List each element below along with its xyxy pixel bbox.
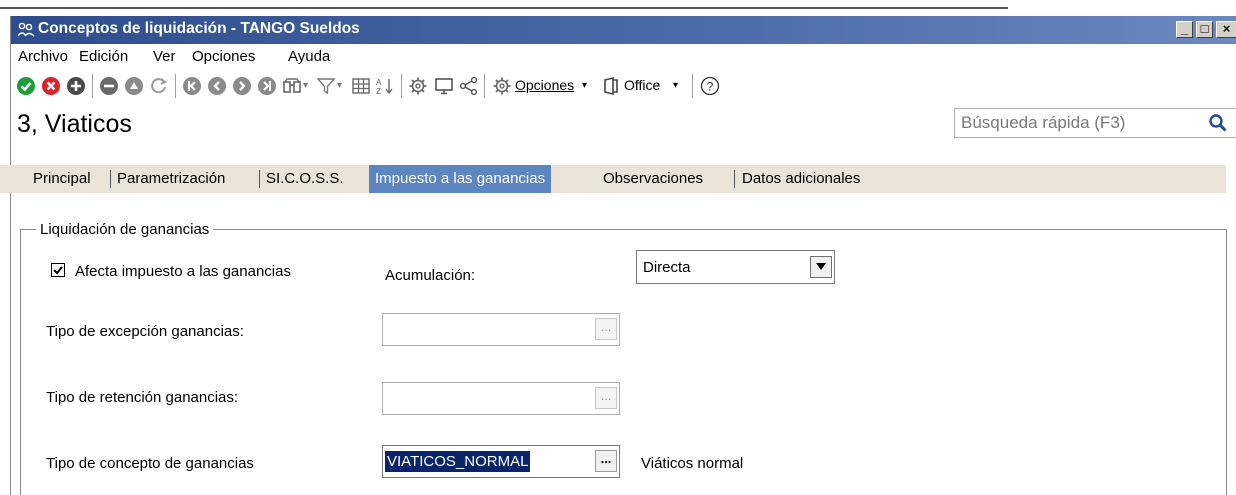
toolbar: ▾ ▾ A Z Opciones ▾ Office ▾ ? bbox=[11, 70, 1236, 102]
monitor-icon[interactable] bbox=[434, 76, 454, 96]
checkmark-icon bbox=[53, 266, 63, 275]
retencion-field[interactable]: ... bbox=[382, 382, 620, 415]
previous-icon[interactable] bbox=[207, 76, 227, 96]
menu-opciones[interactable]: Opciones bbox=[192, 48, 255, 65]
first-icon[interactable] bbox=[182, 76, 202, 96]
menu-ver[interactable]: Ver bbox=[153, 48, 176, 65]
tab-sicoss[interactable]: SI.C.O.S.S. bbox=[264, 165, 346, 193]
window-title: Conceptos de liquidación - TANGO Sueldos bbox=[38, 20, 360, 37]
share-icon[interactable] bbox=[459, 76, 479, 96]
filter-icon[interactable] bbox=[316, 76, 336, 96]
chevron-down-icon[interactable] bbox=[810, 256, 832, 278]
opciones-menu-button[interactable]: Opciones bbox=[515, 77, 574, 93]
close-button[interactable]: × bbox=[1216, 21, 1236, 38]
tab-principal[interactable]: Principal bbox=[31, 165, 93, 193]
afecta-ganancias-label: Afecta impuesto a las ganancias bbox=[75, 263, 291, 280]
concepto-value: VIATICOS_NORMAL bbox=[385, 451, 531, 472]
concepto-description: Viáticos normal bbox=[641, 455, 744, 472]
concepto-lookup-button[interactable]: ... bbox=[595, 450, 617, 472]
minimize-button[interactable]: _ bbox=[1176, 21, 1193, 38]
title-bar[interactable]: Conceptos de liquidación - TANGO Sueldos… bbox=[11, 16, 1236, 44]
background-window-strip bbox=[0, 0, 1236, 14]
concepto-field[interactable]: VIATICOS_NORMAL ... bbox=[382, 445, 620, 478]
svg-text:Z: Z bbox=[376, 87, 381, 96]
record-header: 3, Viaticos bbox=[11, 102, 1236, 146]
add-icon[interactable] bbox=[66, 76, 86, 96]
tab-strip: Principal Parametrización SI.C.O.S.S. Im… bbox=[0, 165, 1226, 193]
tab-observaciones[interactable]: Observaciones bbox=[601, 165, 705, 193]
binoculars-dropdown-icon[interactable]: ▾ bbox=[303, 80, 308, 91]
office-menu-button[interactable]: Office bbox=[624, 77, 660, 93]
remove-icon[interactable] bbox=[99, 76, 119, 96]
help-icon[interactable]: ? bbox=[700, 76, 720, 96]
sort-icon[interactable]: A Z bbox=[375, 76, 395, 96]
tab-impuesto-ganancias[interactable]: Impuesto a las ganancias bbox=[369, 165, 552, 193]
last-icon[interactable] bbox=[257, 76, 277, 96]
menu-ayuda[interactable]: Ayuda bbox=[288, 48, 330, 65]
excepcion-field[interactable]: ... bbox=[382, 313, 620, 346]
refresh-icon[interactable] bbox=[149, 76, 169, 96]
grid-icon[interactable] bbox=[351, 76, 371, 96]
people-app-icon bbox=[17, 22, 35, 37]
acumulacion-value: Directa bbox=[643, 259, 691, 276]
office-dropdown-icon[interactable]: ▾ bbox=[673, 80, 678, 91]
office-icon[interactable] bbox=[601, 76, 621, 96]
accept-icon[interactable] bbox=[16, 76, 36, 96]
group-title: Liquidación de ganancias bbox=[36, 221, 214, 238]
menu-archivo[interactable]: Archivo bbox=[18, 48, 68, 65]
gear-icon[interactable] bbox=[408, 76, 428, 96]
opciones-dropdown-icon[interactable]: ▾ bbox=[582, 80, 587, 91]
cancel-icon[interactable] bbox=[41, 76, 61, 96]
menu-edicion[interactable]: Edición bbox=[79, 48, 128, 65]
record-title: 3, Viaticos bbox=[17, 110, 132, 138]
svg-text:A: A bbox=[376, 78, 382, 87]
quick-search-box[interactable] bbox=[954, 108, 1236, 138]
retencion-label: Tipo de retención ganancias: bbox=[46, 389, 239, 406]
binoculars-icon[interactable] bbox=[282, 76, 302, 96]
filter-dropdown-icon[interactable]: ▾ bbox=[337, 80, 342, 91]
acumulacion-select[interactable]: Directa bbox=[636, 250, 835, 284]
concepto-label: Tipo de concepto de ganancias bbox=[46, 455, 254, 472]
acumulacion-label: Acumulación: bbox=[385, 267, 476, 284]
retencion-lookup-button[interactable]: ... bbox=[595, 387, 617, 409]
svg-text:?: ? bbox=[707, 80, 714, 94]
quick-search-input[interactable] bbox=[961, 112, 1191, 134]
next-icon[interactable] bbox=[232, 76, 252, 96]
tab-parametrizacion[interactable]: Parametrización bbox=[115, 165, 227, 193]
edit-icon[interactable] bbox=[124, 76, 144, 96]
menu-bar: Archivo Edición Ver Opciones Ayuda bbox=[11, 44, 1236, 70]
excepcion-lookup-button[interactable]: ... bbox=[595, 318, 617, 340]
maximize-button[interactable]: □ bbox=[1196, 21, 1213, 38]
tab-datos-adicionales[interactable]: Datos adicionales bbox=[740, 165, 862, 193]
excepcion-label: Tipo de excepción ganancias: bbox=[46, 323, 244, 340]
afecta-ganancias-checkbox[interactable] bbox=[51, 263, 65, 277]
search-icon[interactable] bbox=[1208, 113, 1228, 133]
options-gear-icon[interactable] bbox=[492, 76, 512, 96]
